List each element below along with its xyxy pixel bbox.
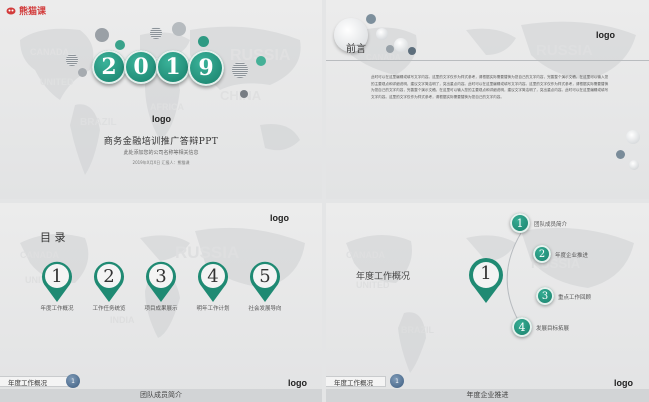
footer-section-name: 团队成员简介 (140, 391, 182, 399)
decor-dot (626, 130, 640, 144)
title-underline (326, 60, 649, 61)
contents-item-label: 年度工作概况 (40, 306, 74, 312)
contents-item-1[interactable]: 1 (40, 259, 74, 303)
logo-text: logo (152, 114, 171, 124)
decor-dot (616, 150, 625, 159)
contents-item-number: 3 (155, 265, 167, 287)
logo-text: logo (596, 30, 615, 40)
contents-item-number: 1 (51, 265, 63, 287)
slide-section[interactable]: CANADA UNITED RUSSIA BRAZIL 年度工作概况 1 1 团队… (326, 203, 649, 402)
decor-dot (240, 90, 248, 98)
year-digit: 1 (156, 50, 190, 84)
decor-dot (408, 47, 416, 55)
section-item-label: 团队成员简介 (534, 222, 568, 228)
decor-dot (629, 160, 639, 170)
decor-dot (95, 28, 109, 42)
contents-item-number: 4 (207, 265, 219, 287)
section-item-bubble-1[interactable]: 1 (510, 213, 530, 233)
cover-meta: 2019年X月X日 汇报人：熊猫课 (132, 160, 190, 165)
svg-text:RUSSIA: RUSSIA (536, 42, 593, 59)
decor-dot (366, 14, 376, 24)
section-item-label: 发展目标拓展 (536, 326, 570, 332)
section-item-bubble-2[interactable]: 2 (533, 245, 551, 263)
slide-cover[interactable]: RUSSIA CHINA CANADA UNITED BRAZIL AFRICA… (0, 0, 322, 199)
svg-text:AFRICA: AFRICA (150, 102, 184, 112)
footer-badge: 1 (66, 374, 80, 388)
decor-dot (386, 45, 394, 53)
footer-section-label: 年度工作概况 (334, 378, 373, 387)
decor-dot (198, 36, 209, 47)
slide-contents[interactable]: RUSSIA CANADA UNITED INDIA 目 录 logo 1 年度工… (0, 203, 322, 402)
logo-text: logo (270, 213, 289, 223)
contents-item-label: 明年工作计划 (196, 306, 230, 312)
contents-item-label: 社会发展导向 (248, 306, 282, 312)
year-digit: 9 (188, 50, 224, 86)
decor-dot (232, 62, 248, 78)
decor-dot (172, 22, 186, 36)
contents-item-2[interactable]: 2 (92, 259, 126, 303)
section-item-bubble-3[interactable]: 3 (536, 287, 554, 305)
decor-dot (256, 56, 266, 66)
year-digit: 2 (92, 50, 126, 84)
contents-item-3[interactable]: 3 (144, 259, 178, 303)
preface-paragraph: 此时可以在这里编辑或填写文字内容。这里的文字仅作为样式参考，请根据实际需要替换为… (371, 75, 609, 99)
contents-item-label: 工作任务统览 (92, 306, 126, 312)
section-item-label: 重点工作回顾 (558, 295, 592, 301)
svg-text:BRAZIL: BRAZIL (80, 117, 117, 128)
contents-item-label: 项目成果展示 (144, 306, 178, 312)
svg-text:UNITED: UNITED (40, 77, 74, 87)
slide-preface[interactable]: RUSSIA CANADA 前言 logo 此时可以在这里编辑或填写文字内容。这… (326, 0, 649, 199)
footer-logo-text: logo (288, 378, 307, 388)
decor-dot (394, 38, 408, 52)
decor-dot (150, 27, 162, 39)
brand-name: 熊猫课 (19, 7, 47, 17)
brand-logo[interactable]: 熊猫课 (6, 4, 46, 17)
decor-dot (115, 40, 125, 50)
footer-bar: 年度工作概况 (326, 376, 386, 387)
footer-logo-text: logo (614, 378, 633, 388)
contents-item-number: 5 (259, 265, 271, 287)
year-digit: 0 (124, 50, 158, 84)
contents-item-5[interactable]: 5 (248, 259, 282, 303)
contents-item-number: 2 (103, 265, 115, 287)
decor-dot (376, 28, 388, 40)
contents-item-4[interactable]: 4 (196, 259, 230, 303)
svg-text:CANADA: CANADA (30, 47, 69, 57)
section-item-bubble-4[interactable]: 4 (512, 317, 532, 337)
footer-section-label: 年度工作概况 (8, 378, 47, 387)
cover-title: 商务金融培训推广答辩PPT (103, 137, 219, 147)
brand-panda-icon (6, 7, 16, 14)
section-item-label: 年度企业推进 (555, 253, 589, 259)
decor-dot (66, 54, 78, 66)
preface-title: 前言 (346, 44, 366, 55)
footer-section-name: 年度企业推进 (466, 391, 509, 399)
svg-text:INDIA: INDIA (110, 315, 135, 325)
decor-dot (78, 68, 87, 77)
contents-title: 目 录 (40, 231, 66, 244)
cover-subtitle: 此处添加您的公司名称等相关信息 (123, 150, 199, 156)
footer-badge: 1 (390, 374, 404, 388)
connector-curve (506, 232, 527, 334)
